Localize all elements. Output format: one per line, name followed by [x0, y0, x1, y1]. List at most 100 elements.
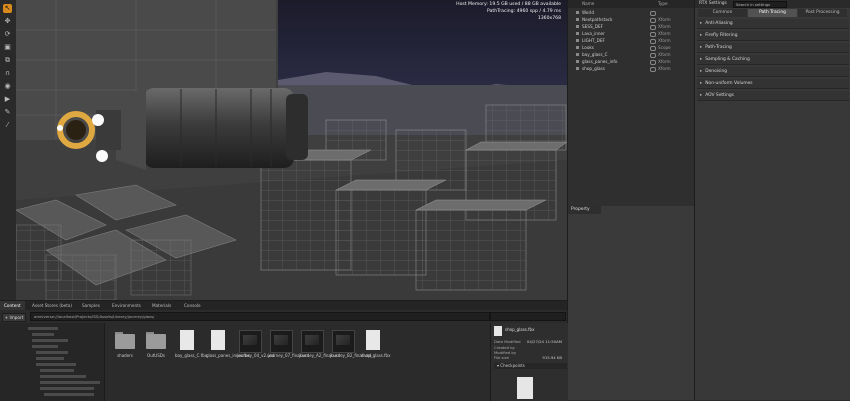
- camera-tool-icon[interactable]: ◉: [3, 82, 12, 91]
- thumb-shape: [211, 330, 225, 350]
- content-tab[interactable]: Content: [0, 301, 25, 310]
- paint-tool-icon[interactable]: ✎: [3, 108, 12, 117]
- settings-tab[interactable]: Post Processing: [798, 9, 847, 17]
- prim-icon: [576, 18, 579, 21]
- content-tab[interactable]: Console: [180, 301, 205, 310]
- import-button[interactable]: + Import: [2, 313, 26, 322]
- stage-row-name: LIGHT_DEF: [582, 38, 605, 43]
- folder-tree[interactable]: [0, 323, 105, 401]
- usd-thumbnail[interactable]: [238, 329, 262, 353]
- stage-row-type: Xform: [658, 17, 671, 22]
- stage-row[interactable]: SESS_DEF Xform: [568, 23, 695, 30]
- select-tool-icon[interactable]: ↖: [3, 4, 12, 13]
- magnet-tool-icon[interactable]: ∩: [3, 69, 12, 78]
- stage-row-type: Xform: [658, 52, 671, 57]
- thumb-shape: [239, 330, 262, 353]
- settings-header: RTX Settings Search in settings: [695, 0, 850, 8]
- stage-col-name[interactable]: Name: [582, 1, 594, 6]
- stage-col-type[interactable]: Type: [658, 1, 668, 6]
- usd-thumbnail[interactable]: [269, 329, 293, 353]
- prim-icon: [576, 25, 579, 28]
- stage-row[interactable]: glass_panes_info Xform: [568, 58, 695, 65]
- detail-size-value: 915.94 KB: [542, 355, 562, 360]
- folder-icon[interactable]: [114, 329, 136, 351]
- content-tab[interactable]: Samples: [78, 301, 104, 310]
- stage-row[interactable]: Nextpathstack Xform: [568, 16, 695, 23]
- tree-item[interactable]: [44, 393, 94, 396]
- file-label[interactable]: shop_glass.fbx: [361, 353, 390, 358]
- settings-tab[interactable]: Path Tracing: [748, 9, 797, 17]
- stage-row[interactable]: Looks Scope: [568, 44, 695, 51]
- checkpoints-header[interactable]: ▾ Checkpoints: [494, 363, 567, 369]
- settings-section[interactable]: ▸ Path-Tracing: [697, 43, 849, 53]
- tree-item[interactable]: [40, 369, 74, 372]
- visibility-eye-icon[interactable]: [650, 67, 656, 72]
- file-label[interactable]: journey_B2_final.usd: [330, 353, 371, 358]
- file-label[interactable]: OutUSDs: [144, 353, 168, 358]
- tree-item[interactable]: [28, 327, 58, 330]
- settings-section[interactable]: ▸ Non-uniform Volumes: [697, 79, 849, 89]
- file-label[interactable]: journey_04_v2.usd: [237, 353, 274, 358]
- tree-item[interactable]: [40, 387, 94, 390]
- settings-section-label: Firefly Filtering: [705, 33, 738, 38]
- play-tool-icon[interactable]: ▶: [3, 95, 12, 104]
- usd-thumbnail[interactable]: [300, 329, 324, 353]
- file-label[interactable]: glass_panes_inner.fbx: [206, 353, 250, 358]
- settings-section[interactable]: ▸ Sampling & Caching: [697, 55, 849, 65]
- scale-tool-icon[interactable]: ▣: [3, 43, 12, 52]
- stage-row-type: Xform: [658, 31, 671, 36]
- file-label[interactable]: journey_A2_final.usd: [299, 353, 340, 358]
- content-tab[interactable]: Materials: [148, 301, 175, 310]
- content-tab[interactable]: Environments: [108, 301, 145, 310]
- snap-tool-icon[interactable]: ⧉: [3, 56, 12, 65]
- tree-item[interactable]: [36, 351, 68, 354]
- property-tab[interactable]: Property: [568, 206, 601, 214]
- detail-filename: shop_glass.fbx: [505, 327, 535, 332]
- file-doc-icon[interactable]: [176, 329, 198, 351]
- tree-item[interactable]: [36, 357, 64, 360]
- pathtracing-stat: PathTracing: 4960 spp / 4.79 ms: [487, 9, 561, 14]
- settings-search-input[interactable]: Search in settings: [733, 1, 787, 8]
- file-label[interactable]: shaders: [113, 353, 137, 358]
- tree-item[interactable]: [32, 345, 58, 348]
- stage-row[interactable]: shop_glass Xform: [568, 65, 695, 72]
- viewport[interactable]: Host Memory: 19.5 GB used / 88 GB availa…: [16, 0, 567, 300]
- settings-section[interactable]: ▸ AOV Settings: [697, 91, 849, 101]
- stage-row[interactable]: LIGHT_DEF Xform: [568, 37, 695, 44]
- prim-icon: [576, 39, 579, 42]
- path-input[interactable]: omniverse://localhost/Projects/ISS/Asset…: [30, 312, 490, 321]
- file-label[interactable]: journey_07_final.usd: [268, 353, 309, 358]
- move-tool-icon[interactable]: ✥: [3, 17, 12, 26]
- prim-icon: [576, 11, 579, 14]
- stage-row[interactable]: Lava_inner Xform: [568, 30, 695, 37]
- file-doc-icon[interactable]: [207, 329, 229, 351]
- thumb-shape: [180, 330, 194, 350]
- tree-item[interactable]: [32, 339, 68, 342]
- checkpoint-doc-icon: [517, 377, 533, 399]
- detail-size-label: File size: [494, 355, 509, 360]
- stage-row[interactable]: World: [568, 9, 695, 16]
- file-label[interactable]: bay_glass_C.fbx: [175, 353, 207, 358]
- settings-section[interactable]: ▸ Anti-Aliasing: [697, 19, 849, 29]
- content-search-input[interactable]: [490, 312, 566, 321]
- settings-section-label: Sampling & Caching: [705, 57, 750, 62]
- thumb-shape: [270, 330, 293, 353]
- chevron-right-icon: ▸: [700, 81, 703, 86]
- tree-item[interactable]: [40, 381, 100, 384]
- rtx-settings-panel: RTX Settings Search in settings Common Pa…: [694, 0, 850, 400]
- settings-section-label: AOV Settings: [705, 93, 734, 98]
- tree-item[interactable]: [32, 333, 54, 336]
- folder-icon[interactable]: [145, 329, 167, 351]
- settings-section[interactable]: ▸ Firefly Filtering: [697, 31, 849, 41]
- brush-tool-icon[interactable]: ⁄: [3, 121, 12, 130]
- content-tab[interactable]: Asset Stores (beta): [28, 301, 76, 310]
- tree-item[interactable]: [40, 375, 86, 378]
- tree-item[interactable]: [36, 363, 76, 366]
- settings-tab[interactable]: Common: [698, 9, 747, 17]
- settings-section[interactable]: ▸ Denoising: [697, 67, 849, 77]
- usd-thumbnail[interactable]: [331, 329, 355, 353]
- settings-section-label: Non-uniform Volumes: [705, 81, 753, 86]
- file-doc-icon[interactable]: [362, 329, 384, 351]
- rotate-tool-icon[interactable]: ⟳: [3, 30, 12, 39]
- stage-row[interactable]: bay_glass_C Xform: [568, 51, 695, 58]
